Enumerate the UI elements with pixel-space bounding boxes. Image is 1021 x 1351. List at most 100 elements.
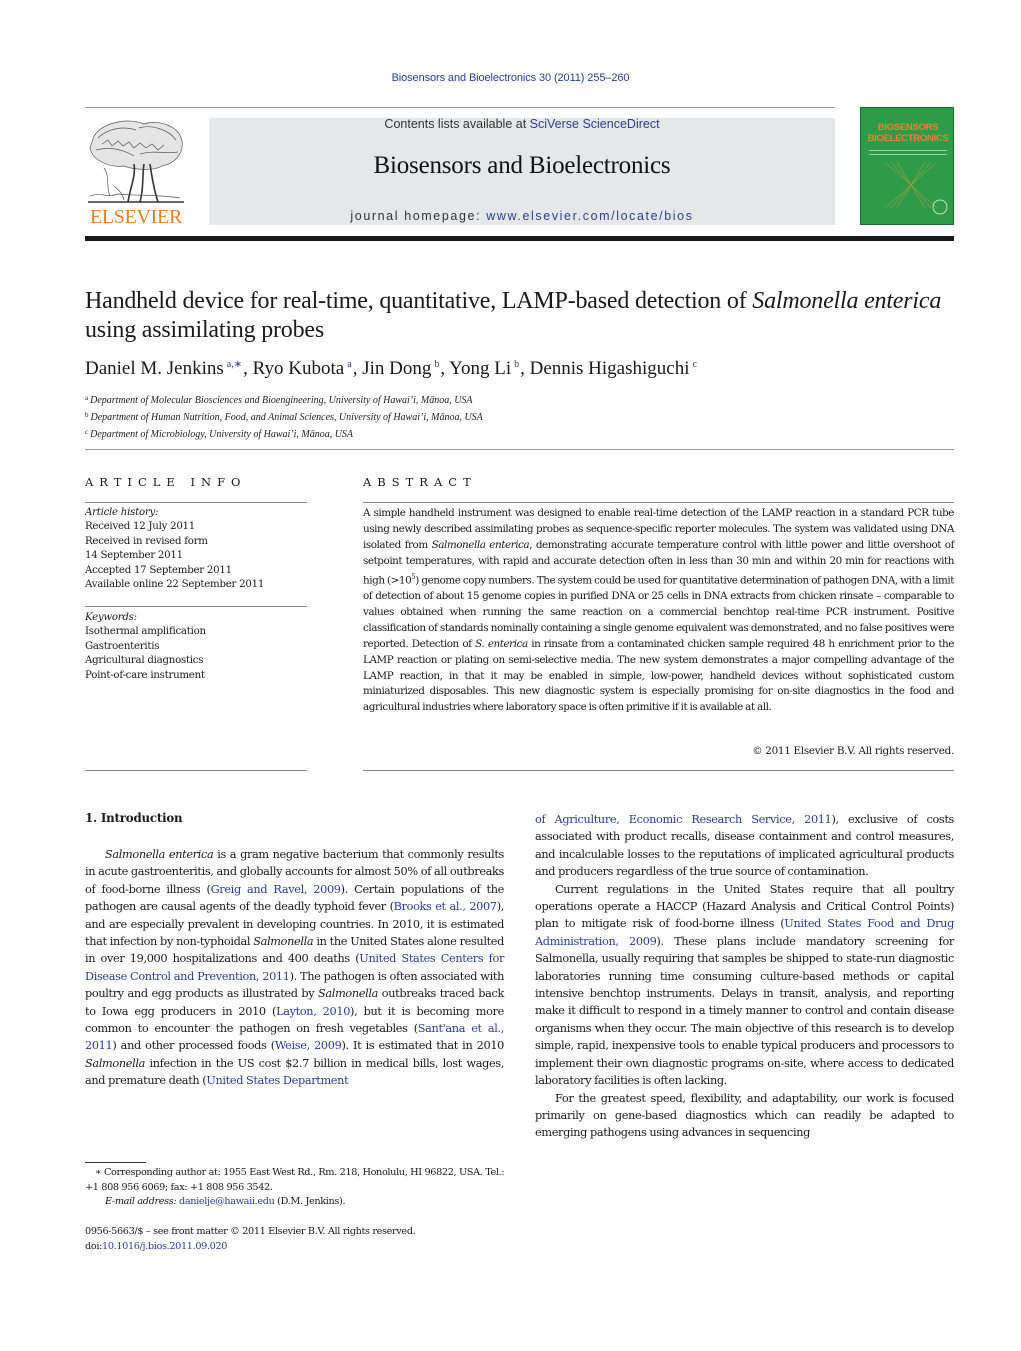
corresponding-author-footnote: ∗ Corresponding author at: 1955 East Wes… [85, 1166, 515, 1210]
front-matter: 0956-5663/$ – see front matter © 2011 El… [85, 1224, 515, 1254]
title-italic-species: Salmonella enterica [752, 288, 942, 314]
author-affiliation-mark[interactable]: c [693, 359, 697, 370]
journal-title: Biosensors and Bioelectronics [373, 152, 671, 179]
affiliation-text: Department of Microbiology, University o… [90, 429, 354, 440]
history-item: Accepted 17 September 2011 [85, 564, 232, 576]
author-separator: , [440, 358, 450, 379]
citation-link[interactable]: Brooks et al., 2007 [394, 900, 497, 913]
article-info-heading: ARTICLE INFO [85, 475, 247, 489]
keyword-item: Agricultural diagnostics [85, 655, 204, 667]
contents-prefix: Contents lists available at [384, 117, 530, 131]
author-name[interactable]: Daniel M. Jenkins [85, 358, 224, 379]
footnote-text: Corresponding author at: 1955 East West … [85, 1167, 505, 1193]
author-affiliation-mark[interactable]: a,∗ [227, 359, 242, 370]
affiliation-text: Department of Molecular Biosciences and … [90, 395, 473, 406]
italic-text: Salmonella [85, 1056, 146, 1070]
author-affiliation-mark[interactable]: a [347, 359, 351, 370]
author-name[interactable]: Jin Dong [362, 358, 431, 379]
journal-homepage-line: journal homepage: www.elsevier.com/locat… [209, 209, 835, 223]
affiliation-mark: b [85, 411, 89, 419]
body-column-right: of Agriculture, Economic Research Servic… [535, 811, 954, 1142]
corresponding-author-text: ∗ Corresponding author at: 1955 East Wes… [85, 1166, 515, 1195]
footnote-rule [85, 1162, 146, 1163]
keywords-label: Keywords: [85, 612, 137, 623]
paragraph: of Agriculture, Economic Research Servic… [535, 811, 954, 881]
affiliation-mark: a [85, 394, 89, 402]
keyword-item: Point-of-care instrument [85, 669, 205, 681]
history-item: 14 September 2011 [85, 550, 183, 562]
divider [85, 502, 307, 503]
cover-title: BIOSENSORS BIOELECTRONICS [867, 122, 949, 144]
homepage-prefix: journal homepage: [350, 209, 487, 223]
italic-text: Salmonella enterica [105, 848, 214, 861]
author-list: Daniel M. Jenkins a,∗, Ryo Kubota a, Jin D… [85, 358, 955, 380]
body-text: ). These plans include mandatory screeni… [535, 934, 954, 1088]
header-rule [85, 107, 835, 108]
header-thick-rule [85, 236, 954, 241]
email-suffix: (D.M. Jenkins). [274, 1196, 346, 1207]
doi-line: doi:10.1016/j.bios.2011.09.020 [85, 1239, 515, 1254]
body-column-left: Salmonella enterica is a gram negative b… [85, 846, 504, 1090]
elsevier-wordmark: ELSEVIER [89, 206, 183, 228]
sciencedirect-link[interactable]: SciVerse ScienceDirect [530, 117, 660, 131]
italic-text: Salmonella [253, 935, 314, 949]
cover-seal-icon [932, 199, 948, 215]
email-line: E-mail address: danielje@hawaii.edu (D.M… [85, 1195, 515, 1210]
keyword-item: Isothermal amplification [85, 626, 206, 638]
email-label: E-mail address: [105, 1196, 179, 1207]
divider [363, 770, 954, 771]
contents-line: Contents lists available at SciVerse Sci… [209, 117, 835, 131]
article-history: Article history: Received 12 July 2011 R… [85, 506, 307, 592]
citation-link[interactable]: United States Department [206, 1074, 348, 1087]
affiliation-text: Department of Human Nutrition, Food, and… [90, 412, 483, 423]
abstract-copyright: © 2011 Elsevier B.V. All rights reserved… [752, 745, 954, 757]
divider [85, 606, 307, 607]
divider [85, 770, 307, 771]
author-name[interactable]: Dennis Higashiguchi [530, 358, 690, 379]
italic-text: Salmonella [318, 987, 379, 1001]
body-text: For the greatest speed, flexibility, and… [535, 1091, 954, 1140]
abstract-italic: Salmonella enterica [431, 538, 530, 551]
email-link[interactable]: danielje@hawaii.edu [179, 1196, 275, 1207]
author-name[interactable]: Yong Li [449, 358, 511, 379]
affiliation-mark: c [85, 428, 89, 436]
journal-cover-thumbnail[interactable]: BIOSENSORS BIOELECTRONICS [860, 107, 954, 225]
doi-prefix: doi: [85, 1241, 102, 1252]
affiliations: a Department of Molecular Biosciences and… [85, 391, 955, 442]
keywords: Keywords: Isothermal amplification Gastr… [85, 611, 307, 683]
affiliation-rule [85, 449, 954, 450]
citation-link[interactable]: Layton, 2010 [276, 1005, 350, 1018]
cover-title-line2: BIOELECTRONICS [867, 133, 949, 144]
author-separator: , [352, 358, 363, 379]
affiliation-item: c Department of Microbiology, University … [85, 425, 955, 442]
body-text: ) and other processed foods ( [112, 1039, 275, 1053]
author-affiliation-mark[interactable]: b [514, 359, 519, 370]
author-affiliation-mark[interactable]: b [434, 359, 439, 370]
history-label: Article history: [85, 507, 159, 518]
keyword-item: Gastroenteritis [85, 640, 160, 652]
affiliation-item: b Department of Human Nutrition, Food, an… [85, 408, 955, 425]
journal-citation-link[interactable]: Biosensors and Bioelectronics 30 (2011) … [0, 72, 1021, 84]
title-text: Handheld device for real-time, quantitat… [85, 288, 753, 314]
journal-homepage-link[interactable]: www.elsevier.com/locate/bios [486, 209, 693, 223]
paragraph: Salmonella enterica is a gram negative b… [85, 846, 504, 1090]
doi-link[interactable]: 10.1016/j.bios.2011.09.020 [102, 1241, 227, 1252]
cover-title-line1: BIOSENSORS [877, 122, 939, 133]
abstract-italic: S. enterica [475, 637, 528, 650]
paragraph: For the greatest speed, flexibility, and… [535, 1090, 954, 1142]
title-text: using assimilating probes [85, 317, 324, 343]
section-heading-introduction: 1. Introduction [85, 811, 183, 825]
citation-link[interactable]: Greig and Ravel, 2009 [211, 883, 341, 896]
author-separator: , [243, 358, 253, 379]
abstract-text: A simple handheld instrument was designe… [363, 506, 954, 716]
paper-title: Handheld device for real-time, quantitat… [85, 287, 955, 345]
author-separator: , [520, 358, 530, 379]
author-name[interactable]: Ryo Kubota [253, 358, 345, 379]
tree-icon [88, 120, 184, 203]
citation-link[interactable]: of Agriculture, Economic Research Servic… [535, 813, 832, 826]
history-item: Available online 22 September 2011 [85, 579, 265, 591]
issn-copyright: 0956-5663/$ – see front matter © 2011 El… [85, 1226, 416, 1237]
affiliation-item: a Department of Molecular Biosciences and… [85, 391, 955, 408]
history-item: Received in revised form [85, 535, 208, 547]
citation-link[interactable]: Weise, 2009 [275, 1039, 342, 1052]
